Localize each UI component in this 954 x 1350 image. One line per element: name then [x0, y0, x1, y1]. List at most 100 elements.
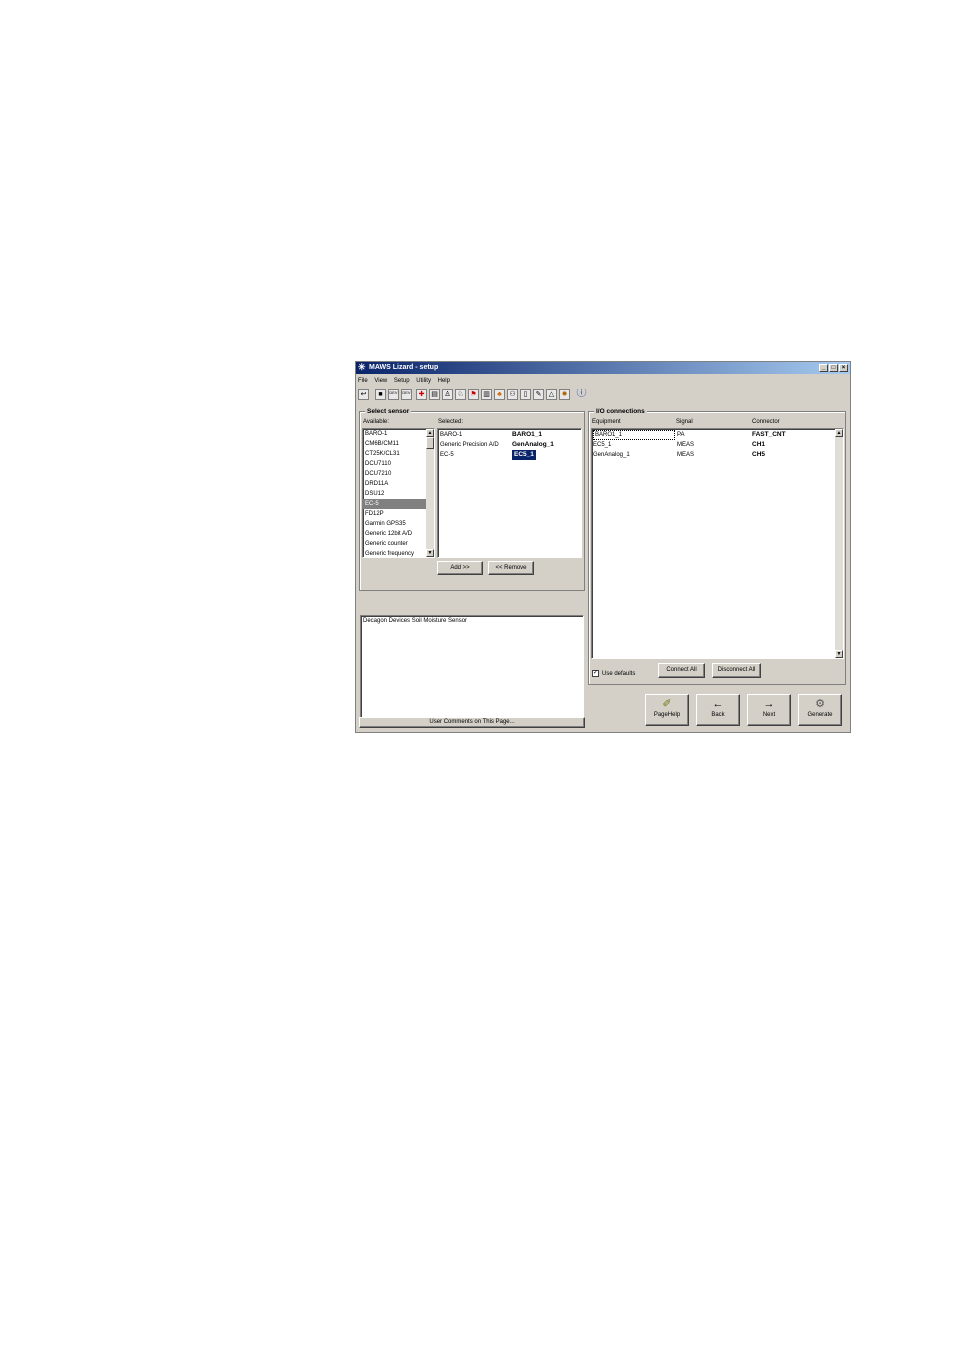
maws-lizard-window: ✳ MAWS Lizard - setup _ □ × File View Se… — [355, 361, 851, 733]
available-sensor-item[interactable]: DCU7110 — [363, 459, 434, 469]
gear-icon[interactable]: ✹ — [559, 389, 570, 400]
io-equipment-cell[interactable]: BARO1_1 — [593, 430, 675, 440]
generate-button[interactable]: ⚙ Generate — [798, 694, 842, 726]
menu-file[interactable]: File — [358, 378, 368, 384]
menu-bar: File View Setup Utility Help — [358, 376, 455, 386]
io-connections-table[interactable]: BARO1_1 PA FAST_CNT EC5_1 MEAS CH1 GenAnalog_1… — [591, 428, 844, 659]
selected-sensors-list[interactable]: BARO-1 BARO1_1 Generic Precision A/D GenAna… — [437, 428, 582, 558]
run-icon[interactable]: ♘ — [455, 389, 466, 400]
available-sensor-item[interactable]: DRD11A — [363, 479, 434, 489]
available-rows: BARO-1 CM6B/CM11 CT25K/CL31 DCU7110 DCU7210 D… — [363, 429, 434, 557]
available-sensor-item[interactable]: Generic counter — [363, 539, 434, 549]
pagehelp-icon: ✐ — [662, 698, 672, 710]
toolbar: ↩ ■ DEV DEV ✚ ▤ ♙ ♘ ⚑ ▥ ♣ ⚇ ▯ ✎ △ ✹ ⓘ — [358, 388, 848, 402]
connect-all-button[interactable]: Connect All — [658, 663, 705, 678]
title-bar[interactable]: ✳ MAWS Lizard - setup _ □ × — [356, 362, 850, 374]
selected-sensor-id[interactable]: GenAnalog_1 — [512, 440, 554, 450]
pagehelp-label: PageHelp — [653, 712, 681, 718]
pen-icon[interactable]: ✎ — [533, 389, 544, 400]
available-sensor-item[interactable]: Generic frequency — [363, 549, 434, 557]
maximize-button[interactable]: □ — [829, 364, 838, 372]
dev-icon[interactable]: DEV — [388, 389, 399, 400]
next-button[interactable]: → Next — [747, 694, 791, 726]
io-connector-cell[interactable]: CH5 — [752, 450, 765, 460]
pagehelp-button[interactable]: ✐ PageHelp — [645, 694, 689, 726]
dev2-icon[interactable]: DEV — [401, 389, 412, 400]
back-button[interactable]: ← Back — [696, 694, 740, 726]
available-sensor-item[interactable]: DCU7210 — [363, 469, 434, 479]
sensor-description: Decagon Devices Soil Moisture Sensor — [363, 618, 468, 624]
dev-icon-label: DEV — [389, 390, 398, 395]
available-label: Available: — [363, 419, 389, 425]
available-sensor-item[interactable]: DSU12 — [363, 489, 434, 499]
close-button[interactable]: × — [839, 364, 848, 372]
selected-sensor-name[interactable]: Generic Precision A/D — [440, 440, 499, 450]
info-icon[interactable]: ⓘ — [576, 389, 587, 400]
available-scrollbar[interactable]: ▲ ▼ — [426, 429, 434, 557]
io-signal-cell[interactable]: MEAS — [677, 440, 694, 450]
doc-icon[interactable]: ▥ — [481, 389, 492, 400]
io-equipment-cell[interactable]: EC5_1 — [593, 440, 611, 450]
io-connector-cell[interactable]: CH1 — [752, 440, 765, 450]
available-sensor-item[interactable]: CM6B/CM11 — [363, 439, 434, 449]
walk-icon[interactable]: ♙ — [442, 389, 453, 400]
io-signal-cell[interactable]: MEAS — [677, 450, 694, 460]
io-connections-title: I/O connections — [594, 407, 647, 416]
scroll-up-icon[interactable]: ▲ — [426, 429, 434, 437]
menu-view[interactable]: View — [374, 378, 387, 384]
io-scroll-down-icon[interactable]: ▼ — [835, 650, 843, 658]
scroll-thumb[interactable] — [426, 437, 434, 449]
generate-gears-icon: ⚙ — [815, 698, 825, 710]
selected-sensor-name[interactable]: EC-5 — [440, 450, 454, 460]
available-sensor-item[interactable]: FD12P — [363, 509, 434, 519]
use-defaults-checkbox[interactable]: ✓ — [592, 670, 599, 677]
plus-icon[interactable]: ✚ — [416, 389, 427, 400]
available-sensors-list[interactable]: BARO-1 CM6B/CM11 CT25K/CL31 DCU7110 DCU7210 D… — [362, 428, 435, 558]
io-scrollbar[interactable]: ▲ ▼ — [835, 429, 843, 658]
signal-header: Signal — [676, 419, 693, 425]
app-logo-icon: ✳ — [358, 362, 366, 372]
scroll-down-icon[interactable]: ▼ — [426, 549, 434, 557]
available-sensor-item[interactable]: CT25K/CL31 — [363, 449, 434, 459]
selected-sensor-name[interactable]: BARO-1 — [440, 430, 462, 440]
add-button[interactable]: Add >> — [437, 561, 483, 575]
remove-button[interactable]: << Remove — [488, 561, 534, 575]
available-sensor-item[interactable]: Garmin GPS35 — [363, 519, 434, 529]
window-title: MAWS Lizard - setup — [369, 364, 439, 371]
select-sensor-group: Select sensor Available: Selected: BARO-… — [359, 407, 585, 591]
bike-icon[interactable]: ⚇ — [507, 389, 518, 400]
select-sensor-title: Select sensor — [365, 407, 412, 416]
io-signal-cell[interactable]: PA — [677, 430, 685, 440]
next-arrow-icon: → — [763, 698, 775, 710]
tree-icon[interactable]: ♣ — [494, 389, 505, 400]
io-scroll-up-icon[interactable]: ▲ — [835, 429, 843, 437]
back-arrow-icon: ← — [712, 698, 724, 710]
selected-label: Selected: — [438, 419, 464, 425]
menu-setup[interactable]: Setup — [394, 378, 410, 384]
minimize-button[interactable]: _ — [819, 364, 828, 372]
use-defaults-label: Use defaults — [602, 671, 636, 677]
stop-icon[interactable]: ■ — [375, 389, 386, 400]
selected-sensor-id[interactable]: EC5_1 — [512, 450, 536, 460]
available-sensor-item[interactable]: Generic 12bit A/D — [363, 529, 434, 539]
back-label: Back — [711, 712, 725, 718]
exit-icon[interactable]: ↩ — [358, 389, 369, 400]
page-icon[interactable]: ▯ — [520, 389, 531, 400]
generate-label: Generate — [807, 712, 833, 718]
selected-sensor-id[interactable]: BARO1_1 — [512, 430, 542, 440]
disconnect-all-button[interactable]: Disconnect All — [712, 663, 761, 678]
sensor-description-box: Decagon Devices Soil Moisture Sensor — [360, 615, 584, 718]
menu-utility[interactable]: Utility — [416, 378, 431, 384]
user-comments-button[interactable]: User Comments on This Page... — [359, 717, 585, 728]
connector-header: Connector — [752, 419, 780, 425]
available-sensor-item[interactable]: BARO-1 — [363, 429, 434, 439]
bell-icon[interactable]: △ — [546, 389, 557, 400]
print-icon[interactable]: ▤ — [429, 389, 440, 400]
equipment-header: Equipment — [592, 419, 621, 425]
io-connector-cell[interactable]: FAST_CNT — [752, 430, 786, 440]
menu-help[interactable]: Help — [438, 378, 450, 384]
next-label: Next — [762, 712, 776, 718]
io-equipment-cell[interactable]: GenAnalog_1 — [593, 450, 630, 460]
available-sensor-item[interactable]: EC-5 — [363, 499, 434, 509]
flag-icon[interactable]: ⚑ — [468, 389, 479, 400]
